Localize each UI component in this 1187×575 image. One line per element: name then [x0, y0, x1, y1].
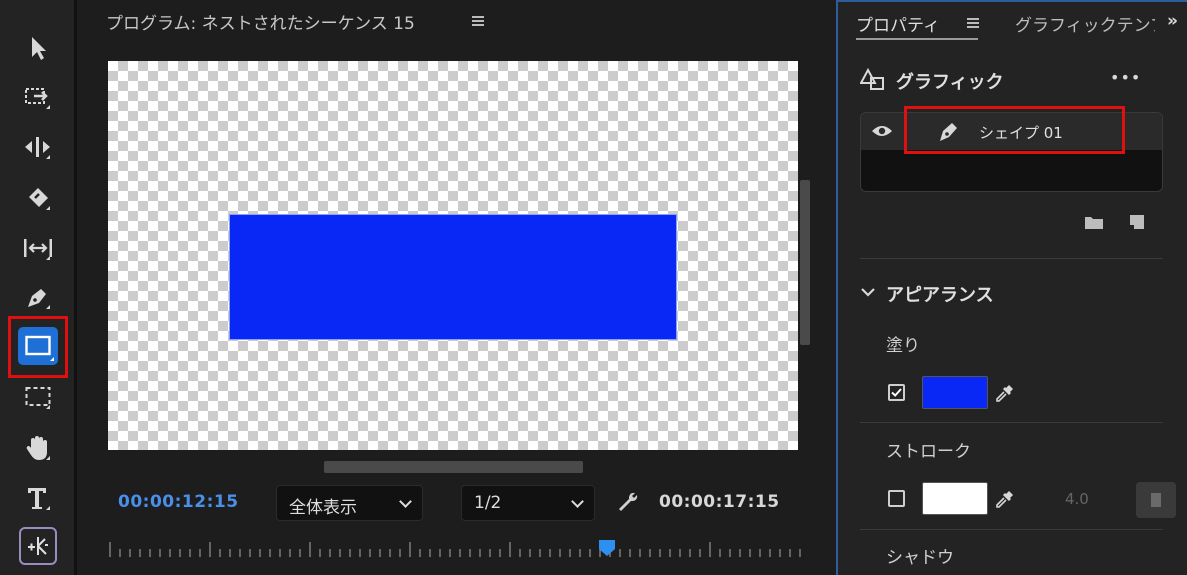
tab-properties[interactable]: プロパティ: [856, 11, 940, 36]
section-divider: [860, 422, 1163, 423]
hand-tool-icon[interactable]: [14, 428, 62, 468]
more-tabs-chevron[interactable]: »: [1167, 11, 1178, 31]
stroke-color-swatch[interactable]: [922, 482, 988, 515]
panel-menu-icon[interactable]: [472, 16, 484, 26]
horizontal-scrollbar[interactable]: [324, 461, 583, 473]
time-ruler[interactable]: [108, 540, 808, 558]
tab-graphics-template[interactable]: グラフィックテンプレート: [1015, 11, 1155, 36]
more-options-icon[interactable]: •••: [1110, 68, 1141, 87]
eye-visibility-icon[interactable]: [871, 124, 893, 138]
stroke-width-value[interactable]: 4.0: [1065, 490, 1089, 508]
fill-color-swatch[interactable]: [922, 376, 988, 409]
tab-graphics-label: グラフィックテンプレート: [1015, 16, 1155, 36]
stroke-alignment-button[interactable]: [1136, 482, 1176, 518]
section-divider: [860, 529, 1163, 530]
tools-panel: [0, 0, 77, 575]
track-select-tool-icon[interactable]: [14, 77, 62, 117]
new-layer-icon[interactable]: [1128, 213, 1146, 231]
folder-icon[interactable]: [1084, 214, 1104, 230]
checkmark-icon: [891, 388, 902, 397]
tab-properties-label: プロパティ: [856, 16, 940, 36]
duration-timecode: 00:00:17:15: [659, 492, 780, 512]
active-tab-underline: [856, 38, 978, 40]
razor-tool-icon[interactable]: [14, 178, 62, 218]
fill-checkbox[interactable]: [888, 384, 905, 401]
current-timecode[interactable]: 00:00:12:15: [118, 492, 239, 512]
rectangle-tool-highlight: [8, 316, 68, 378]
fill-label: 塗り: [886, 336, 920, 356]
resolution-dropdown[interactable]: 1/2: [461, 485, 595, 521]
eyedropper-icon[interactable]: [995, 489, 1015, 509]
type-tool-icon[interactable]: [14, 478, 62, 518]
playhead-marker[interactable]: [599, 540, 615, 556]
selection-tool-icon[interactable]: [14, 28, 62, 68]
chevron-down-icon: [571, 495, 584, 508]
section-divider: [860, 258, 1163, 259]
generative-tool-icon[interactable]: [19, 527, 57, 565]
resolution-value: 1/2: [474, 493, 502, 513]
stroke-checkbox[interactable]: [888, 490, 905, 507]
graphics-section-title: グラフィック: [896, 72, 1004, 93]
layer-highlight: [904, 106, 1125, 154]
ripple-edit-tool-icon[interactable]: [14, 127, 62, 167]
properties-panel: プロパティ グラフィックテンプレート » グラフィック ••• シェイプ 01: [836, 0, 1187, 575]
program-monitor: プログラム: ネストされたシーケンス 15 00:00:12:15 全体表示 1…: [80, 0, 833, 575]
zoom-level-value: 全体表示: [289, 498, 357, 518]
marquee-tool-icon[interactable]: [14, 377, 62, 417]
stroke-align-icon: [1151, 493, 1161, 507]
chevron-down-icon[interactable]: [860, 286, 876, 298]
program-monitor-title: プログラム: ネストされたシーケンス 15: [106, 14, 415, 34]
panel-menu-icon[interactable]: [967, 18, 979, 28]
wrench-settings-icon[interactable]: [616, 490, 640, 518]
chevron-down-icon: [399, 495, 412, 508]
appearance-section-title: アピアランス: [886, 285, 994, 306]
stroke-label: ストローク: [886, 442, 971, 462]
zoom-level-dropdown[interactable]: 全体表示: [276, 485, 423, 521]
graphic-shapes-icon: [860, 68, 884, 90]
eyedropper-icon[interactable]: [995, 383, 1015, 403]
slip-tool-icon[interactable]: [14, 228, 62, 268]
vertical-scrollbar[interactable]: [800, 180, 810, 345]
video-canvas[interactable]: [108, 61, 798, 450]
blue-rectangle-shape[interactable]: [229, 214, 677, 340]
pen-tool-icon[interactable]: [14, 277, 62, 317]
shadow-label: シャドウ: [886, 548, 954, 568]
